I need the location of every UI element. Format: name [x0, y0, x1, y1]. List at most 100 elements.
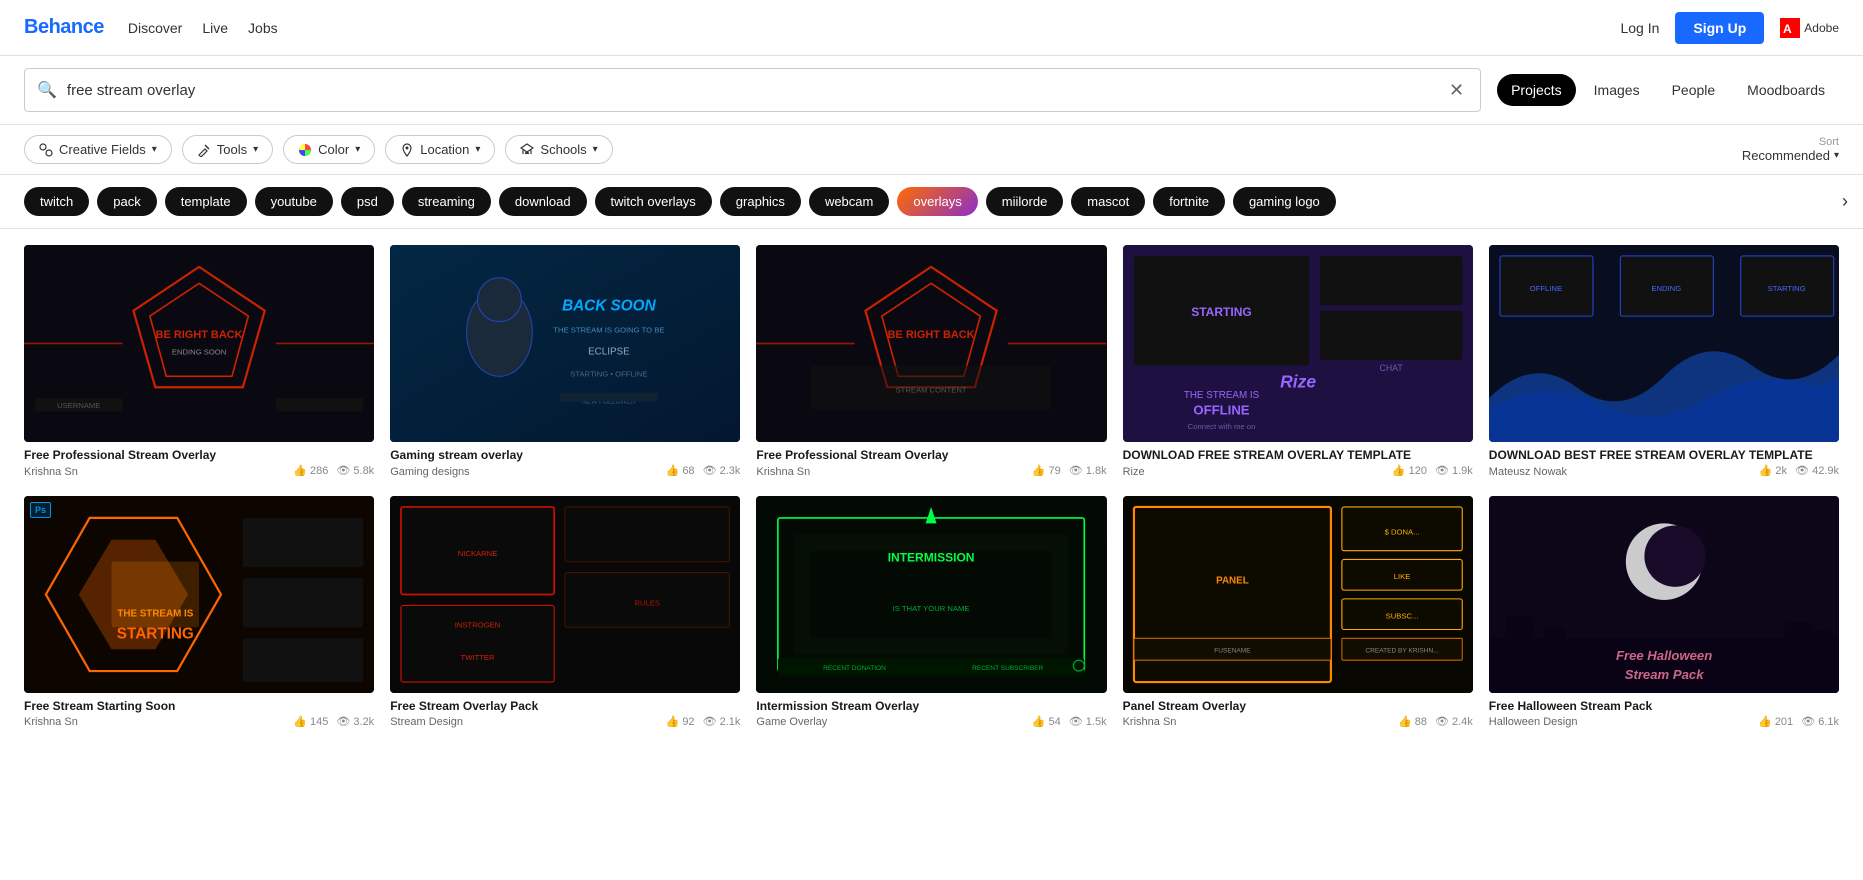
search-type-tabs: Projects Images People Moodboards: [1497, 74, 1839, 106]
ps-badge: Ps: [30, 502, 51, 518]
login-button[interactable]: Log In: [1620, 20, 1659, 36]
tab-people[interactable]: People: [1658, 74, 1730, 106]
sort-label: Sort: [1819, 136, 1839, 148]
tools-icon: [197, 143, 211, 157]
likes-1: 👍 286: [293, 464, 328, 477]
project-author-5: Mateusz Nowak: [1489, 466, 1567, 478]
project-title-8: Intermission Stream Overlay: [756, 699, 1106, 715]
project-author-6: Krishna Sn: [24, 716, 78, 728]
tag-twitch-overlays[interactable]: twitch overlays: [595, 187, 712, 216]
svg-text:RECENT DONATION: RECENT DONATION: [824, 665, 887, 672]
svg-text:IS THAT YOUR NAME: IS THAT YOUR NAME: [893, 603, 970, 612]
project-item-3[interactable]: BE RIGHT BACK STREAM CONTENT Free Profes…: [756, 245, 1106, 480]
project-title-9: Panel Stream Overlay: [1123, 699, 1473, 715]
svg-text:Free Halloween: Free Halloween: [1616, 648, 1712, 663]
tag-twitch[interactable]: twitch: [24, 187, 89, 216]
adobe-icon: A: [1780, 18, 1800, 38]
nav-discover[interactable]: Discover: [128, 20, 182, 36]
tag-pack[interactable]: pack: [97, 187, 156, 216]
project-author-3: Krishna Sn: [756, 466, 810, 478]
creative-fields-filter[interactable]: Creative Fields ▾: [24, 135, 172, 164]
sort-value: Recommended: [1742, 148, 1830, 163]
nav-jobs[interactable]: Jobs: [248, 20, 278, 36]
project-item-9[interactable]: $ DONA... LIKE SUBSC... FUSENAME CREATED…: [1123, 496, 1473, 731]
project-author-4: Rize: [1123, 466, 1145, 478]
nav-live[interactable]: Live: [202, 20, 228, 36]
tags-next-button[interactable]: ›: [1827, 175, 1863, 228]
search-icon: 🔍: [37, 80, 57, 100]
project-item-8[interactable]: INTERMISSION IS THAT YOUR NAME RECENT DO…: [756, 496, 1106, 731]
project-title-6: Free Stream Starting Soon: [24, 699, 374, 715]
tag-download[interactable]: download: [499, 187, 587, 216]
svg-text:BACK SOON: BACK SOON: [562, 298, 657, 315]
project-item-10[interactable]: Free Halloween Stream Pack Free Hallowee…: [1489, 496, 1839, 731]
svg-text:RULES: RULES: [635, 598, 661, 607]
svg-text:NICKARNE: NICKARNE: [458, 549, 498, 558]
tag-graphics[interactable]: graphics: [720, 187, 801, 216]
project-author-8: Game Overlay: [756, 716, 827, 728]
svg-text:Rize: Rize: [1280, 371, 1316, 391]
header: Behance Discover Live Jobs Log In Sign U…: [0, 0, 1863, 56]
project-item-5[interactable]: OFFLINE ENDING STARTING DOWNLOAD BEST FR…: [1489, 245, 1839, 480]
svg-text:ENDING SOON: ENDING SOON: [172, 347, 226, 356]
svg-text:THE STREAM IS GOING TO BE: THE STREAM IS GOING TO BE: [553, 326, 664, 335]
logo[interactable]: Behance: [24, 16, 104, 39]
tab-moodboards[interactable]: Moodboards: [1733, 74, 1839, 106]
tab-projects[interactable]: Projects: [1497, 74, 1576, 106]
svg-text:LIKE: LIKE: [1393, 572, 1410, 581]
svg-text:PANEL: PANEL: [1216, 575, 1249, 586]
project-item-6[interactable]: Ps THE STREAM IS STARTING Free Stream St…: [24, 496, 374, 731]
svg-text:INSTROGEN: INSTROGEN: [455, 620, 501, 629]
project-title-5: DOWNLOAD BEST FREE STREAM OVERLAY TEMPLA…: [1489, 448, 1839, 464]
svg-text:RECENT SUBSCRIBER: RECENT SUBSCRIBER: [973, 665, 1044, 672]
svg-text:USERNAME: USERNAME: [57, 401, 100, 410]
project-item-4[interactable]: STARTING Rize THE STREAM IS OFFLINE Conn…: [1123, 245, 1473, 480]
tag-template[interactable]: template: [165, 187, 247, 216]
color-icon: [298, 143, 312, 157]
creative-fields-icon: [39, 143, 53, 157]
tag-mascot[interactable]: mascot: [1071, 187, 1145, 216]
svg-text:CHAT: CHAT: [1379, 363, 1403, 373]
tag-streaming[interactable]: streaming: [402, 187, 491, 216]
location-filter[interactable]: Location ▾: [385, 135, 495, 164]
tag-miilorde[interactable]: miilorde: [986, 187, 1064, 216]
location-chevron: ▾: [475, 144, 480, 155]
svg-text:ECLIPSE: ECLIPSE: [588, 346, 630, 357]
svg-text:THE STREAM IS: THE STREAM IS: [117, 608, 193, 619]
tag-gaming-logo[interactable]: gaming logo: [1233, 187, 1336, 216]
svg-text:$ DONA...: $ DONA...: [1384, 527, 1419, 536]
search-bar-container: 🔍 ✕ Projects Images People Moodboards: [0, 56, 1863, 125]
tag-overlays[interactable]: overlays: [897, 187, 977, 216]
schools-chevron: ▾: [593, 144, 598, 155]
location-icon: [400, 143, 414, 157]
tag-psd[interactable]: psd: [341, 187, 394, 216]
svg-text:FUSENAME: FUSENAME: [1214, 647, 1251, 654]
svg-text:CREATED BY KRISHN...: CREATED BY KRISHN...: [1365, 647, 1438, 654]
svg-text:TWITTER: TWITTER: [461, 653, 495, 662]
search-bar[interactable]: 🔍 ✕: [24, 68, 1481, 112]
project-author-7: Stream Design: [390, 716, 463, 728]
tag-youtube[interactable]: youtube: [255, 187, 333, 216]
project-item-7[interactable]: NICKARNE INSTROGEN TWITTER RULES Free St…: [390, 496, 740, 731]
schools-filter[interactable]: Schools ▾: [505, 135, 612, 164]
schools-icon: [520, 143, 534, 157]
tag-fortnite[interactable]: fortnite: [1153, 187, 1225, 216]
svg-text:INTERMISSION: INTERMISSION: [888, 550, 975, 564]
creative-fields-chevron: ▾: [152, 144, 157, 155]
project-author-10: Halloween Design: [1489, 716, 1578, 728]
adobe-branding: A Adobe: [1780, 18, 1839, 38]
svg-text:STARTING • OFFLINE: STARTING • OFFLINE: [570, 369, 647, 378]
color-filter[interactable]: Color ▾: [283, 135, 375, 164]
svg-text:SUBSC...: SUBSC...: [1385, 611, 1418, 620]
svg-text:STARTING: STARTING: [117, 625, 194, 642]
project-item-1[interactable]: BE RIGHT BACK ENDING SOON USERNAME Free …: [24, 245, 374, 480]
projects-grid: BE RIGHT BACK ENDING SOON USERNAME Free …: [0, 229, 1863, 746]
tab-images[interactable]: Images: [1580, 74, 1654, 106]
sort-section[interactable]: Sort Recommended ▾: [1742, 136, 1839, 163]
clear-search-button[interactable]: ✕: [1445, 80, 1468, 101]
search-input[interactable]: [67, 82, 1445, 99]
signup-button[interactable]: Sign Up: [1675, 12, 1764, 44]
project-item-2[interactable]: BACK SOON THE STREAM IS GOING TO BE ECLI…: [390, 245, 740, 480]
tag-webcam[interactable]: webcam: [809, 187, 889, 216]
tools-filter[interactable]: Tools ▾: [182, 135, 273, 164]
